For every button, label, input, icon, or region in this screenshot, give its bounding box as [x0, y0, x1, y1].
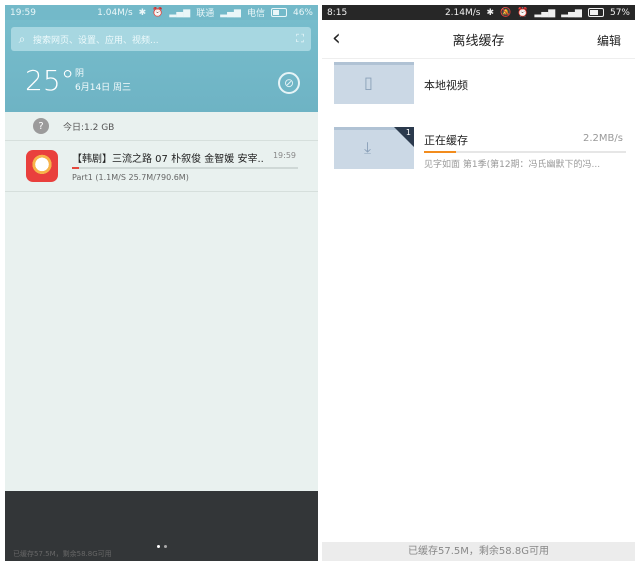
status-bar: 19:59 1.04M/s ✱ ⏰ ▂▄▆ 联通 ▂▄▆ 电信 46%	[5, 5, 318, 20]
phone-icon: ▯	[364, 73, 373, 92]
nav-bar: ‹ 离线缓存 编辑	[322, 20, 635, 59]
status-bar: 8:15 2.14M/s ✱ 🔕 ⏰ ▂▄▆ ▂▄▆ 57%	[322, 5, 635, 20]
back-chevron-icon[interactable]: ‹	[332, 26, 341, 51]
right-screen: 8:15 2.14M/s ✱ 🔕 ⏰ ▂▄▆ ▂▄▆ 57% ‹ 离线缓存 编辑…	[322, 5, 635, 561]
alarm-icon: ⏰	[152, 7, 164, 18]
edit-button[interactable]: 编辑	[597, 32, 621, 49]
search-icon: ⌕	[18, 31, 26, 46]
download-progress	[72, 167, 298, 169]
net-speed: 1.04M/s	[97, 7, 133, 18]
mute-icon: 🔕	[500, 7, 512, 18]
download-title: 【韩剧】三流之路 07 朴叙俊 金智媛 安宰..	[72, 154, 264, 165]
clear-notifications-icon[interactable]: ⊘	[278, 72, 300, 94]
alarm-icon: ⏰	[517, 7, 529, 18]
ghost-text: 已缓存57.5M，剩余58.8G可用	[13, 550, 112, 558]
data-usage-row: ? 今日:1.2 GB	[5, 112, 318, 140]
local-video-entry[interactable]: ▯ 本地视频	[322, 59, 635, 119]
weather-condition: 阴	[75, 69, 85, 79]
app-icon	[26, 150, 58, 182]
net-speed: 2.14M/s	[444, 7, 481, 18]
download-progress-fill	[72, 167, 80, 169]
carrier-2: 电信	[246, 9, 265, 19]
battery-icon	[587, 8, 604, 17]
page-title: 离线缓存	[452, 33, 505, 49]
carrier-1: 联通	[196, 9, 215, 19]
local-video-label: 本地视频	[424, 79, 468, 92]
battery-level: 57%	[609, 7, 630, 18]
download-notification[interactable]: 【韩剧】三流之路 07 朴叙俊 金智媛 安宰.. 19:59 Part1 (1.…	[5, 140, 318, 192]
search-placeholder: 搜索网页、设置、应用、视频...	[33, 35, 159, 46]
download-meta: Part1 (1.1M/S 25.7M/790.6M)	[72, 173, 189, 182]
signal-icon: ▂▄▆	[220, 7, 241, 18]
page-indicator	[157, 545, 167, 548]
status-time: 8:15	[327, 7, 348, 18]
folder-icon: ⤓ 1	[334, 127, 414, 169]
search-bar[interactable]: ⌕ 搜索网页、设置、应用、视频... ⛶	[11, 27, 311, 51]
battery-level: 46%	[292, 7, 313, 18]
weather-date: 6月14日 周三	[75, 83, 132, 93]
signal-icon: ▂▄▆	[534, 7, 556, 18]
signal-icon: ▂▄▆	[561, 7, 582, 18]
caching-progress-fill	[424, 151, 457, 153]
storage-footer: 已缓存57.5M，剩余58.8G可用	[322, 542, 635, 561]
caching-speed: 2.2MB/s	[583, 133, 623, 144]
caching-subtitle: 见字如面 第1季(第12期：冯氏幽默下的冯...	[424, 160, 601, 170]
dock: 已缓存57.5M，剩余58.8G可用	[5, 491, 318, 561]
temperature: 25°	[25, 64, 75, 97]
download-icon: ⤓	[364, 138, 372, 157]
bluetooth-icon: ✱	[138, 7, 147, 18]
left-screen: 19:59 1.04M/s ✱ ⏰ ▂▄▆ 联通 ▂▄▆ 电信 46% ⌕ 搜索…	[5, 5, 318, 561]
scan-icon[interactable]: ⛶	[289, 32, 311, 46]
battery-icon	[270, 8, 287, 17]
caching-label: 正在缓存	[424, 134, 468, 147]
download-time: 19:59	[272, 151, 296, 160]
today-usage: 今日:1.2 GB	[63, 122, 115, 133]
status-time: 19:59	[10, 7, 36, 18]
count-badge: 1	[405, 128, 411, 137]
weather-panel: ⌕ 搜索网页、设置、应用、视频... ⛶ 25° 阴 6月14日 周三 ⊘	[5, 20, 318, 112]
signal-icon: ▂▄▆	[169, 7, 191, 18]
caching-progress	[424, 151, 626, 153]
question-icon: ?	[33, 118, 49, 134]
bluetooth-icon: ✱	[486, 7, 495, 18]
folder-icon: ▯	[334, 62, 414, 104]
caching-entry[interactable]: ⤓ 1 正在缓存 2.2MB/s 见字如面 第1季(第12期：冯氏幽默下的冯..…	[322, 119, 635, 189]
